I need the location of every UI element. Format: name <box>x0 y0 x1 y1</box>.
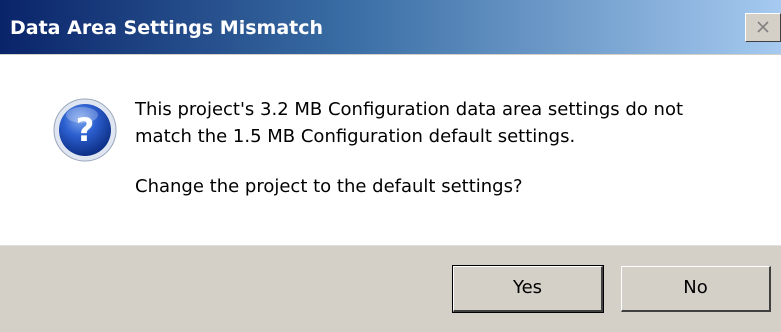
question-icon: ? <box>53 98 117 162</box>
message-text: This project's 3.2 MB Configuration data… <box>135 96 755 200</box>
svg-text:?: ? <box>76 111 95 149</box>
close-button[interactable] <box>745 13 781 42</box>
yes-button[interactable]: Yes <box>452 265 604 313</box>
dialog-title: Data Area Settings Mismatch <box>10 17 324 39</box>
button-bar: Yes No <box>0 245 781 332</box>
close-icon <box>757 21 769 33</box>
message-prompt: Change the project to the default settin… <box>135 176 523 197</box>
message-line-1: This project's 3.2 MB Configuration data… <box>135 99 684 120</box>
no-button[interactable]: No <box>621 266 771 312</box>
message-body: This project's 3.2 MB Configuration data… <box>135 96 755 150</box>
dialog-content: ? This project's 3.2 MB Configuration da… <box>0 55 781 245</box>
message-line-2: match the 1.5 MB Configuration default s… <box>135 126 576 147</box>
title-bar: Data Area Settings Mismatch <box>0 0 781 55</box>
message-dialog: Data Area Settings Mismatch ? This proje… <box>0 0 781 332</box>
